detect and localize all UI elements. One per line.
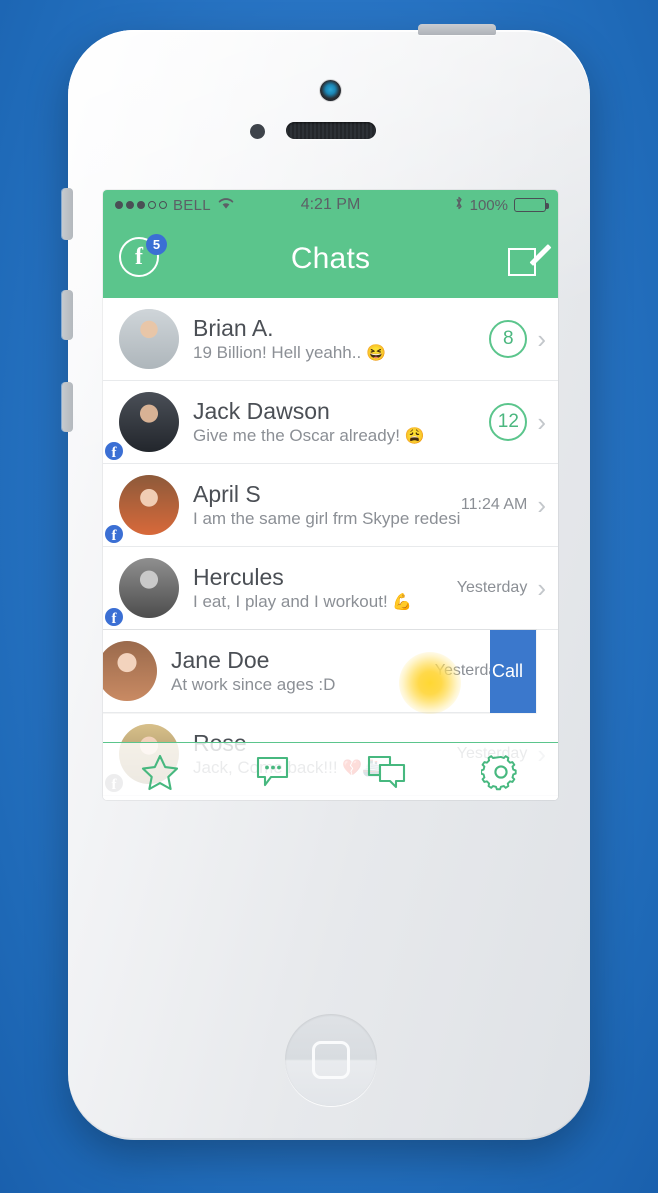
double-chat-bubble-icon <box>368 755 406 788</box>
chat-row[interactable]: fJane DoeAt work since ages :DYesterday›… <box>103 630 536 714</box>
chat-row-text: Hercules I eat, I play and I workout! 💪 <box>193 564 457 612</box>
tab-bar <box>103 742 558 800</box>
bluetooth-icon <box>454 195 464 215</box>
chat-row-meta: 11:24 AM › <box>461 492 546 518</box>
message-text: I eat, I play and I workout! <box>193 592 388 612</box>
battery-icon <box>514 198 549 212</box>
message-emoji: 😩 <box>404 428 425 446</box>
message-emoji: 💪 <box>392 594 413 612</box>
facebook-notifications-button[interactable]: f 5 <box>119 234 167 281</box>
chat-row-text: Brian A. 19 Billion! Hell yeahh.. 😆 <box>193 315 489 363</box>
message-text: Give me the Oscar already! <box>193 426 400 446</box>
front-camera-icon <box>320 80 341 101</box>
contact-name: April S <box>193 480 261 507</box>
contact-name: Hercules <box>193 563 284 590</box>
chat-row[interactable]: f Hercules I eat, I play and I workout! 💪 Y… <box>103 547 558 630</box>
avatar[interactable] <box>103 641 157 701</box>
tab-messages[interactable] <box>217 754 331 790</box>
avatar[interactable] <box>119 558 179 618</box>
contact-name: Brian A. <box>193 314 274 341</box>
chat-row-meta: Yesterday › <box>457 575 546 601</box>
message-text: 19 Billion! Hell yeahh.. <box>193 343 362 363</box>
avatar-photo <box>119 475 179 535</box>
volume-down-button[interactable] <box>62 382 73 432</box>
timestamp: Yesterday <box>456 579 528 596</box>
unread-count-badge: 12 <box>489 403 528 441</box>
avatar-photo <box>119 392 179 452</box>
chat-row[interactable]: f Jack Dawson Give me the Oscar already! 😩… <box>103 381 558 464</box>
contact-name: Jane Doe <box>171 646 270 673</box>
avatar-photo <box>119 558 179 618</box>
chevron-right-icon: › <box>537 324 546 354</box>
facebook-icon: f <box>103 523 125 545</box>
avatar[interactable] <box>119 309 179 369</box>
home-square-icon <box>312 1041 350 1079</box>
avatar-photo <box>103 641 157 701</box>
chevron-right-icon: › <box>537 407 546 437</box>
message-text: At work since ages :D <box>171 675 336 695</box>
chat-row-text: Jane Doe At work since ages :D <box>171 647 435 695</box>
message-preview: I am the same girl frm Skype redesign! <box>193 509 461 529</box>
message-preview: 19 Billion! Hell yeahh.. 😆 <box>193 343 489 363</box>
timestamp: 11:24 AM <box>460 496 528 513</box>
contact-name: Jack Dawson <box>193 397 330 424</box>
earpiece-speaker <box>286 122 376 139</box>
chat-list[interactable]: Brian A. 19 Billion! Hell yeahh.. 😆 8 › f Jac… <box>103 298 558 800</box>
message-preview: At work since ages :D <box>171 675 435 695</box>
power-button[interactable] <box>418 24 496 35</box>
chat-row[interactable]: Brian A. 19 Billion! Hell yeahh.. 😆 8 › <box>103 298 558 381</box>
phone-screen: BELL 4:21 PM 100% f 5 Chats Brian A. 19 … <box>103 190 558 800</box>
status-bar-right: 100% <box>454 195 549 215</box>
chevron-right-icon: › <box>537 573 546 603</box>
mute-switch[interactable] <box>62 188 73 240</box>
message-preview: Give me the Oscar already! 😩 <box>193 426 489 446</box>
facebook-icon: f <box>103 606 125 628</box>
avatar[interactable] <box>119 392 179 452</box>
volume-up-button[interactable] <box>62 290 73 340</box>
unread-count-badge: 8 <box>489 320 528 358</box>
facebook-icon: f <box>103 440 125 462</box>
proximity-sensor-icon <box>250 124 265 139</box>
chat-bubble-dots-icon <box>256 756 288 786</box>
navigation-bar: f 5 Chats <box>103 220 558 298</box>
home-button[interactable] <box>285 1014 377 1106</box>
battery-percent-label: 100% <box>469 196 508 214</box>
page-title: Chats <box>290 242 371 275</box>
avatar-photo <box>119 309 179 369</box>
message-text: I am the same girl frm Skype redesign! <box>193 509 461 529</box>
status-bar: BELL 4:21 PM 100% <box>103 190 558 220</box>
chat-row-meta: 12 › <box>489 403 546 441</box>
chat-row[interactable]: f April SI am the same girl frm Skype red… <box>103 464 558 547</box>
gear-icon <box>481 754 517 790</box>
star-icon <box>141 754 178 790</box>
compose-button[interactable] <box>508 242 552 276</box>
tab-settings[interactable] <box>444 752 558 792</box>
swipe-action-button[interactable]: Call <box>490 630 536 713</box>
message-preview: I eat, I play and I workout! 💪 <box>193 592 457 612</box>
avatar[interactable] <box>119 475 179 535</box>
chevron-right-icon: › <box>537 490 546 520</box>
chat-row-meta: 8 › <box>489 320 546 358</box>
tab-chats[interactable] <box>331 754 445 790</box>
chat-row-text: April SI am the same girl frm Skype rede… <box>193 481 461 529</box>
tab-favorites[interactable] <box>103 753 217 791</box>
message-emoji: 😆 <box>365 345 386 363</box>
facebook-badge-count: 5 <box>146 234 167 255</box>
chat-row-text: Jack Dawson Give me the Oscar already! 😩 <box>193 398 489 446</box>
